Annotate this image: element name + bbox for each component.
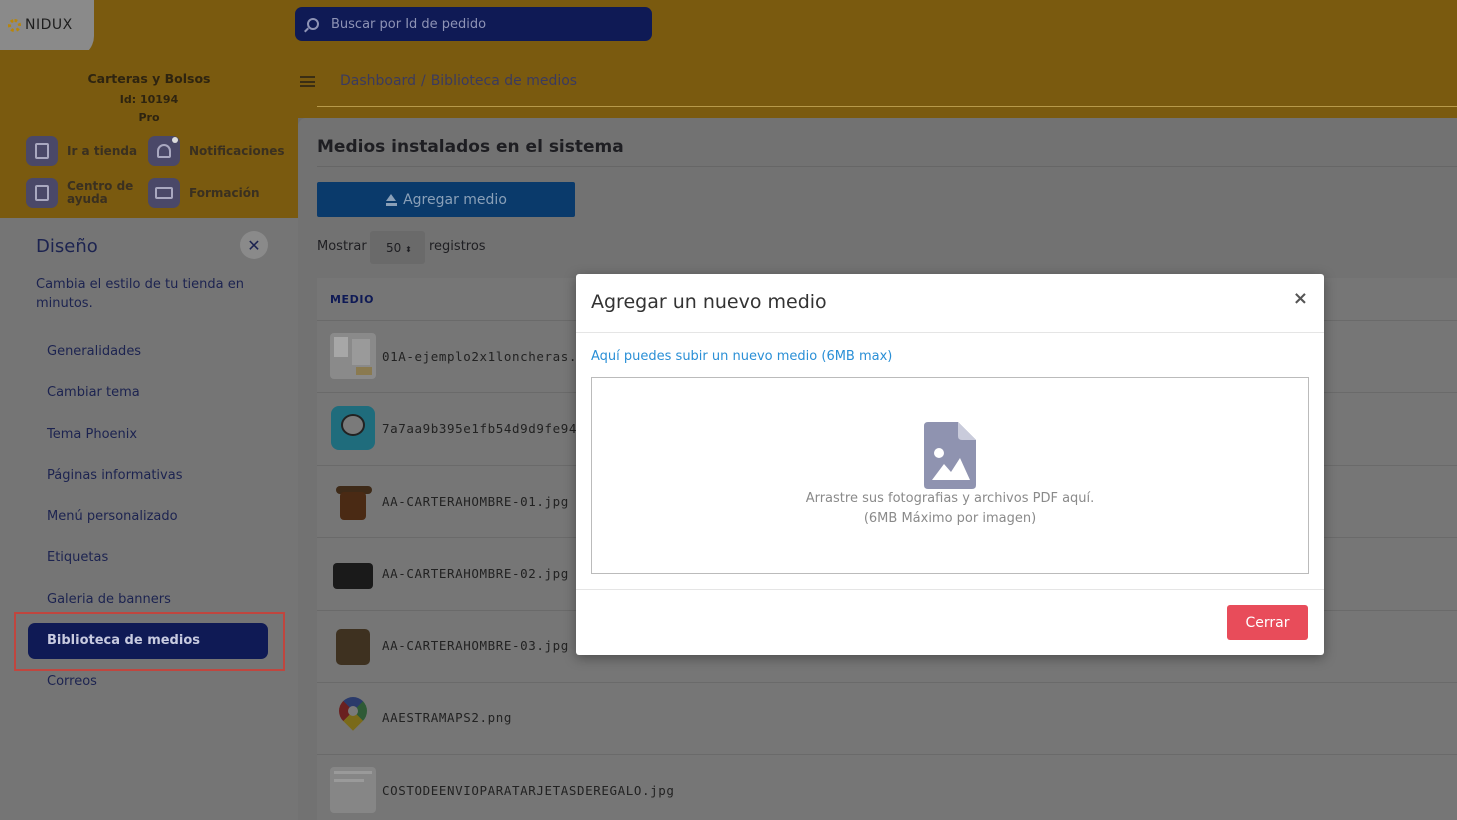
- training-link[interactable]: Formación: [148, 178, 260, 208]
- media-filename: 01A-ejemplo2x1loncheras.png: [382, 349, 602, 364]
- help-center-label: Centro de ayuda: [67, 179, 134, 206]
- close-menu-button[interactable]: ✕: [240, 231, 268, 259]
- menu-item-galeria-banners[interactable]: Galeria de banners: [47, 592, 171, 607]
- book-icon: [26, 178, 58, 208]
- menu-item-tema-phoenix[interactable]: Tema Phoenix: [47, 427, 137, 442]
- per-page-select[interactable]: 50 ⬍: [370, 231, 425, 264]
- row-divider: [317, 754, 1457, 755]
- dropzone-instructions: Arrastre sus fotografias y archivos PDF …: [592, 489, 1308, 529]
- store-name: Carteras y Bolsos: [87, 71, 211, 86]
- media-thumbnail[interactable]: [330, 551, 376, 597]
- add-media-button[interactable]: Agregar medio: [317, 182, 575, 217]
- notifications-link[interactable]: Notificaciones: [148, 136, 285, 166]
- content-header: Dashboard / Biblioteca de medios: [298, 50, 1457, 118]
- show-label: Mostrar: [317, 239, 367, 254]
- dropzone-line-2: (6MB Máximo por imagen): [863, 511, 1037, 526]
- modal-title: Agregar un nuevo medio: [591, 291, 827, 313]
- menu-item-etiquetas[interactable]: Etiquetas: [47, 550, 108, 565]
- top-bar: [0, 0, 1457, 50]
- media-thumbnail[interactable]: [330, 767, 376, 813]
- search-icon: [307, 18, 319, 30]
- logo-text: NIDUX: [25, 17, 73, 33]
- breadcrumb: Dashboard / Biblioteca de medios: [340, 73, 577, 89]
- file-dropzone[interactable]: Arrastre sus fotografias y archivos PDF …: [591, 377, 1309, 574]
- image-file-icon: [924, 422, 976, 489]
- open-book-icon: [148, 178, 180, 208]
- sort-arrows-icon: ⬍: [405, 245, 412, 254]
- add-media-modal: Agregar un nuevo medio × Aquí puedes sub…: [576, 274, 1324, 655]
- store-plan: Pro: [138, 111, 160, 124]
- column-header-medio[interactable]: MEDIO: [330, 293, 374, 306]
- close-button[interactable]: Cerrar: [1227, 605, 1308, 640]
- media-filename: AAESTRAMAPS2.png: [382, 710, 513, 725]
- header-divider: [317, 106, 1457, 107]
- menu-item-cambiar-tema[interactable]: Cambiar tema: [47, 385, 140, 400]
- logo-mark-icon: [8, 19, 21, 32]
- media-filename: COSTODEENVIOPARATARJETASDEREGALO.jpg: [382, 783, 675, 798]
- row-divider: [317, 682, 1457, 683]
- active-item-highlight: [14, 612, 285, 671]
- dropzone-line-1: Arrastre sus fotografias y archivos PDF …: [805, 491, 1095, 506]
- menu-title: Diseño: [36, 236, 98, 257]
- breadcrumb-dashboard[interactable]: Dashboard: [340, 73, 416, 89]
- help-center-link[interactable]: Centro de ayuda: [26, 178, 137, 208]
- menu-item-menu-personalizado[interactable]: Menú personalizado: [47, 509, 178, 524]
- page-title: Medios instalados en el sistema: [317, 137, 624, 157]
- store-id: Id: 10194: [119, 93, 179, 106]
- media-thumbnail[interactable]: [330, 623, 376, 669]
- records-label: registros: [429, 239, 486, 254]
- upload-icon: [385, 193, 398, 206]
- upload-hint: Aquí puedes subir un nuevo medio (6MB ma…: [591, 349, 893, 364]
- go-to-store-label: Ir a tienda: [67, 143, 138, 158]
- media-thumbnail[interactable]: [331, 406, 375, 450]
- training-label: Formación: [189, 185, 260, 200]
- media-thumbnail[interactable]: [330, 478, 376, 524]
- menu-item-generalidades[interactable]: Generalidades: [47, 344, 141, 359]
- media-filename: 7a7aa9b395e1fb54d9d9fe94: [382, 421, 578, 436]
- search-placeholder: Buscar por Id de pedido: [331, 16, 487, 32]
- go-to-store-link[interactable]: Ir a tienda: [26, 136, 137, 166]
- hamburger-icon[interactable]: [300, 76, 315, 87]
- menu-description: Cambia el estilo de tu tienda en minutos…: [36, 277, 244, 311]
- media-filename: AA-CARTERAHOMBRE-01.jpg: [382, 494, 569, 509]
- maps-pin-thumbnail[interactable]: [330, 695, 376, 741]
- per-page-value: 50: [386, 241, 402, 255]
- modal-header-divider: [576, 332, 1324, 333]
- modal-close-x-button[interactable]: ×: [1293, 288, 1308, 309]
- notifications-label: Notificaciones: [189, 143, 285, 158]
- add-media-label: Agregar medio: [403, 191, 507, 208]
- media-filename: AA-CARTERAHOMBRE-02.jpg: [382, 566, 569, 581]
- title-divider: [317, 166, 1457, 167]
- notification-dot: [172, 137, 178, 143]
- bell-icon: [148, 136, 180, 166]
- menu-item-correos[interactable]: Correos: [47, 674, 97, 689]
- breadcrumb-current: Biblioteca de medios: [430, 73, 578, 89]
- breadcrumb-separator: /: [420, 73, 426, 89]
- building-icon: [26, 136, 58, 166]
- close-icon: ✕: [247, 235, 261, 255]
- order-search-input[interactable]: Buscar por Id de pedido: [295, 7, 652, 41]
- modal-footer-divider: [576, 589, 1324, 590]
- media-filename: AA-CARTERAHOMBRE-03.jpg: [382, 638, 569, 653]
- menu-item-paginas-informativas[interactable]: Páginas informativas: [47, 468, 182, 483]
- media-thumbnail[interactable]: [330, 333, 376, 379]
